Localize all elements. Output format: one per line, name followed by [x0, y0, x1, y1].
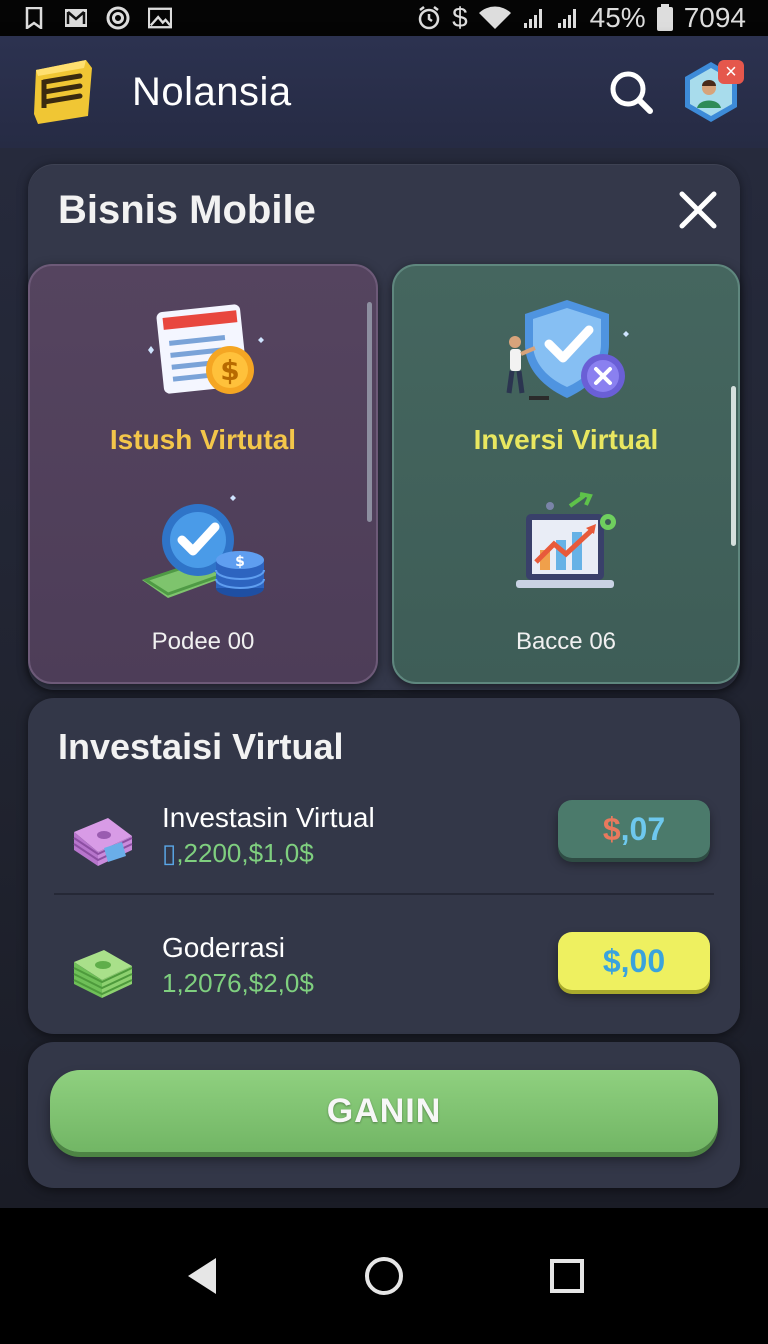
- purple-cash-stack-icon: [70, 808, 136, 874]
- row-name: Goderrasi: [162, 932, 285, 963]
- card-label: Inversi Virtual: [473, 424, 659, 455]
- card-label: Istush Virtutal: [109, 424, 297, 455]
- battery-percent: 45%: [589, 2, 646, 33]
- battery-icon: [656, 4, 674, 32]
- navigation-bar: [0, 1208, 768, 1344]
- app-bar: Nolansia ×: [0, 36, 768, 148]
- business-panel: Bisnis Mobile $ Istush Virtutal $ Podee …: [28, 164, 740, 690]
- value-prefix-glyph: ▯: [162, 838, 177, 868]
- row-name: Investasin Virtual: [162, 802, 375, 833]
- ganin-button[interactable]: GANIN: [50, 1070, 718, 1152]
- investment-row[interactable]: Investasin Virtual ▯,2200,$1,0$ $ ,07: [28, 796, 740, 906]
- svg-text:$: $: [220, 354, 239, 387]
- svg-text:$: $: [235, 554, 245, 570]
- business-panel-title: Bisnis Mobile: [58, 188, 316, 232]
- close-icon[interactable]: [676, 188, 720, 232]
- alarm-icon: [416, 5, 442, 31]
- card-sub-label: Bacce 06: [515, 628, 617, 655]
- amount-value: ,07: [620, 810, 666, 847]
- main-content: Bisnis Mobile $ Istush Virtutal $ Podee …: [0, 148, 768, 1208]
- cta-panel: GANIN: [28, 1042, 740, 1188]
- business-card-istush[interactable]: $ Istush Virtutal $ Podee 00: [28, 264, 378, 684]
- recents-icon[interactable]: [537, 1246, 597, 1306]
- laptop-chart-icon: [506, 492, 626, 607]
- card-scrollbar[interactable]: [731, 386, 736, 546]
- amount-button[interactable]: $ ,00: [558, 932, 710, 990]
- document-coin-icon: $: [138, 300, 268, 409]
- clock: 7094: [683, 2, 746, 33]
- row-value-text: ,2200,$1,0$: [176, 838, 314, 868]
- check-coins-cash-icon: $: [138, 494, 268, 611]
- search-icon[interactable]: [606, 67, 656, 117]
- book-logo-icon[interactable]: [28, 56, 100, 128]
- divider: [54, 893, 714, 895]
- green-cash-stack-icon: [70, 938, 136, 1004]
- status-bar: $ 45% 7094: [0, 0, 768, 36]
- row-value-text: 1,2076,$2,0$: [162, 968, 314, 998]
- image-icon: [148, 6, 172, 30]
- signal-icon: [556, 6, 580, 30]
- amount-dollar: $: [602, 810, 621, 847]
- back-icon[interactable]: [171, 1246, 231, 1306]
- row-value: ▯,2200,$1,0$: [162, 838, 314, 869]
- bookmark-icon: [22, 6, 46, 30]
- amount-dollar: $: [602, 942, 621, 979]
- investment-panel: Investaisi Virtual Investasin Virtual ▯,…: [28, 698, 740, 1034]
- amount-value: ,00: [620, 942, 666, 979]
- card-sub-label: Podee 00: [151, 628, 255, 655]
- shield-person-icon: [501, 294, 631, 411]
- home-icon[interactable]: [354, 1246, 414, 1306]
- business-card-inversi[interactable]: Inversi Virtual Bacce 06: [392, 264, 740, 684]
- app-title: Nolansia: [132, 69, 292, 114]
- status-notifications: [22, 6, 172, 30]
- row-value: 1,2076,$2,0$: [162, 968, 314, 999]
- status-system: $ 45% 7094: [416, 2, 746, 34]
- profile-avatar-icon[interactable]: ×: [682, 60, 744, 124]
- amount-button[interactable]: $ ,07: [558, 800, 710, 858]
- card-scrollbar[interactable]: [367, 302, 372, 522]
- currency-indicator: $: [452, 2, 468, 33]
- investment-row[interactable]: Goderrasi 1,2076,$2,0$ $ ,00: [28, 926, 740, 1036]
- notification-badge: ×: [718, 60, 744, 84]
- wifi-icon: [478, 5, 512, 31]
- signal-icon: [522, 6, 546, 30]
- investment-panel-title: Investaisi Virtual: [58, 726, 344, 767]
- target-icon: [106, 6, 130, 30]
- mail-icon: [64, 6, 88, 30]
